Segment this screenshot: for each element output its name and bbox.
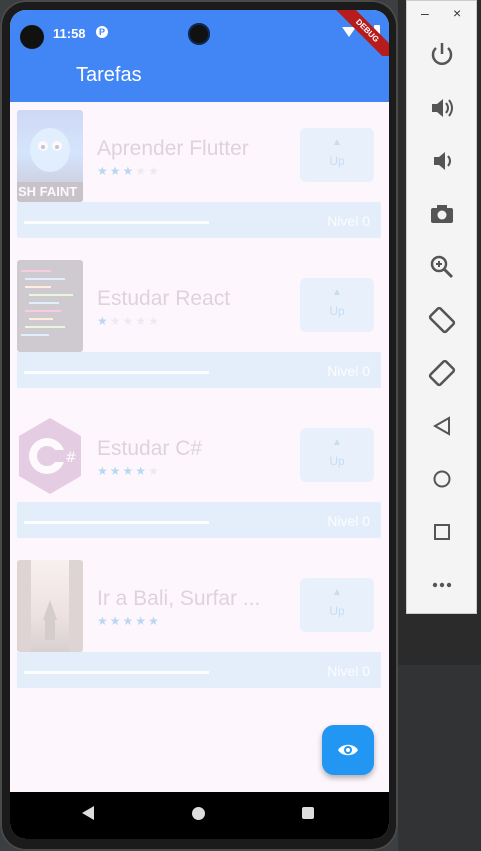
difficulty-stars: ★★★★★ bbox=[97, 614, 161, 628]
level-bar: Nivel 0 bbox=[17, 502, 381, 538]
nav-back-icon[interactable] bbox=[82, 806, 94, 820]
level-label: Nivel 0 bbox=[327, 213, 370, 229]
task-item: Ir a Bali, Surfar ... ★★★★★ ▲ Up Nivel 0 bbox=[17, 552, 381, 688]
task-name: Estudar C# bbox=[97, 437, 203, 460]
volume-up-icon[interactable] bbox=[425, 91, 459, 125]
task-thumbnail bbox=[17, 260, 83, 352]
star-icon: ★ bbox=[148, 314, 161, 328]
task-item: Estudar React ★★★★★ ▲ Up Nivel 0 bbox=[17, 252, 381, 388]
level-label: Nivel 0 bbox=[327, 363, 370, 379]
up-button[interactable]: ▲ Up bbox=[300, 428, 374, 482]
phone-screen: 11:58 P DEBUG Tarefas SH FAINT Aprender … bbox=[10, 10, 389, 839]
star-icon: ★ bbox=[97, 464, 110, 478]
task-thumbnail: SH FAINT bbox=[17, 110, 83, 202]
difficulty-stars: ★★★★★ bbox=[97, 164, 161, 178]
star-icon: ★ bbox=[109, 164, 123, 178]
task-card: SH FAINT Aprender Flutter ★★★★★ ▲ Up bbox=[17, 102, 381, 202]
rotate-left-icon[interactable] bbox=[425, 303, 459, 337]
emulator-toolbar: – × bbox=[406, 0, 477, 614]
up-button[interactable]: ▲ Up bbox=[300, 128, 374, 182]
zoom-icon[interactable] bbox=[425, 250, 459, 284]
page-title: Tarefas bbox=[76, 64, 142, 86]
star-icon: ★ bbox=[122, 164, 136, 178]
power-icon[interactable] bbox=[425, 38, 459, 72]
close-button[interactable]: × bbox=[453, 5, 461, 21]
difficulty-stars: ★★★★★ bbox=[97, 464, 161, 478]
star-icon: ★ bbox=[109, 614, 123, 628]
nav-home-icon[interactable] bbox=[192, 807, 205, 820]
task-item: # Estudar C# ★★★★★ ▲ Up Nivel 0 bbox=[17, 402, 381, 538]
arrow-up-icon: ▲ bbox=[332, 587, 342, 598]
up-button[interactable]: ▲ Up bbox=[300, 578, 374, 632]
notification-icon: P bbox=[96, 26, 108, 38]
task-card: # Estudar C# ★★★★★ ▲ Up bbox=[17, 402, 381, 502]
task-name: Aprender Flutter bbox=[97, 137, 249, 160]
progress-bar bbox=[24, 371, 209, 374]
more-icon[interactable] bbox=[425, 568, 459, 602]
star-icon: ★ bbox=[122, 614, 136, 628]
minimize-button[interactable]: – bbox=[421, 5, 429, 21]
star-icon: ★ bbox=[97, 164, 110, 178]
level-bar: Nivel 0 bbox=[17, 652, 381, 688]
nav-recents-icon[interactable] bbox=[302, 807, 314, 819]
home-icon[interactable] bbox=[425, 462, 459, 496]
up-button-label: Up bbox=[329, 454, 345, 468]
star-icon: ★ bbox=[122, 314, 136, 328]
system-nav-bar bbox=[10, 792, 389, 839]
thumbnail-caption: SH FAINT bbox=[18, 184, 78, 199]
star-icon: ★ bbox=[109, 464, 123, 478]
arrow-up-icon: ▲ bbox=[332, 437, 342, 448]
up-button-label: Up bbox=[329, 604, 345, 618]
star-icon: ★ bbox=[135, 314, 149, 328]
arrow-up-icon: ▲ bbox=[332, 287, 342, 298]
volume-down-icon[interactable] bbox=[425, 144, 459, 178]
progress-bar bbox=[24, 671, 209, 674]
up-button-label: Up bbox=[329, 154, 345, 168]
star-icon: ★ bbox=[97, 614, 110, 628]
toggle-visibility-button[interactable] bbox=[322, 725, 374, 775]
progress-bar bbox=[24, 221, 209, 224]
arrow-up-icon: ▲ bbox=[332, 137, 342, 148]
task-name: Ir a Bali, Surfar ... bbox=[97, 587, 261, 610]
task-thumbnail bbox=[17, 560, 83, 652]
status-bar: 11:58 P DEBUG bbox=[10, 10, 389, 72]
level-bar: Nivel 0 bbox=[17, 352, 381, 388]
star-icon: ★ bbox=[97, 314, 110, 328]
task-item: SH FAINT Aprender Flutter ★★★★★ ▲ Up Niv… bbox=[17, 102, 381, 238]
camera-hole-icon bbox=[20, 25, 44, 49]
phone-frame: 11:58 P DEBUG Tarefas SH FAINT Aprender … bbox=[0, 0, 398, 851]
overview-icon[interactable] bbox=[425, 515, 459, 549]
star-icon: ★ bbox=[148, 464, 161, 478]
app-bar: Tarefas bbox=[10, 56, 389, 102]
difficulty-stars: ★★★★★ bbox=[97, 314, 161, 328]
task-card: Estudar React ★★★★★ ▲ Up bbox=[17, 252, 381, 352]
task-card: Ir a Bali, Surfar ... ★★★★★ ▲ Up bbox=[17, 552, 381, 652]
star-icon: ★ bbox=[135, 464, 149, 478]
up-button-label: Up bbox=[329, 304, 345, 318]
star-icon: ★ bbox=[148, 614, 161, 628]
star-icon: ★ bbox=[135, 164, 149, 178]
rotate-right-icon[interactable] bbox=[425, 356, 459, 390]
svg-text:#: # bbox=[65, 450, 77, 466]
camera-icon[interactable] bbox=[425, 197, 459, 231]
level-bar: Nivel 0 bbox=[17, 202, 381, 238]
status-time: 11:58 bbox=[53, 26, 86, 41]
back-icon[interactable] bbox=[425, 409, 459, 443]
level-label: Nivel 0 bbox=[327, 513, 370, 529]
star-icon: ★ bbox=[109, 314, 123, 328]
progress-bar bbox=[24, 521, 209, 524]
eye-icon bbox=[338, 744, 358, 756]
star-icon: ★ bbox=[135, 614, 149, 628]
front-camera-icon bbox=[188, 23, 210, 45]
star-icon: ★ bbox=[148, 164, 161, 178]
up-button[interactable]: ▲ Up bbox=[300, 278, 374, 332]
task-name: Estudar React bbox=[97, 287, 231, 310]
task-thumbnail: # bbox=[17, 410, 83, 502]
star-icon: ★ bbox=[122, 464, 136, 478]
level-label: Nivel 0 bbox=[327, 663, 370, 679]
